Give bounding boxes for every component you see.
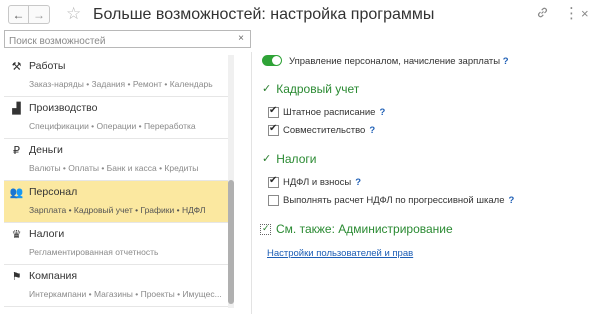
- option-row: Выполнять расчет НДФЛ по прогрессивной ш…: [268, 195, 514, 206]
- help-icon[interactable]: ?: [355, 177, 361, 188]
- option-checkbox[interactable]: [268, 123, 279, 136]
- sections-list: ⚒ Работы Заказ-наряды • Задания • Ремонт •…: [4, 55, 228, 310]
- collapse-chevron-icon[interactable]: ✓: [262, 83, 271, 95]
- collapse-chevron-icon[interactable]: ✓: [262, 153, 271, 165]
- help-icon[interactable]: ?: [369, 125, 375, 136]
- option-row: Совместительство?: [268, 123, 375, 136]
- section-divider: [4, 306, 228, 307]
- arrow-left-icon: ←: [12, 7, 25, 22]
- option-label[interactable]: Совместительство: [283, 125, 365, 136]
- option-checkbox[interactable]: [268, 195, 279, 206]
- section-title[interactable]: Персонал: [29, 186, 77, 198]
- option-label[interactable]: Выполнять расчет НДФЛ по прогрессивной ш…: [283, 195, 504, 206]
- arrow-right-icon: →: [33, 7, 45, 22]
- personnel-toggle-label: Управление персоналом, начисление зарпла…: [289, 56, 509, 67]
- section-title[interactable]: Компания: [29, 270, 77, 282]
- section-subtitle: Валюты • Оплаты • Банк и касса • Кредиты: [29, 163, 199, 173]
- section-title[interactable]: Производство: [29, 102, 97, 114]
- favorite-star-icon[interactable]: ☆: [66, 4, 81, 24]
- pane-divider: [251, 52, 252, 314]
- toggle-label-text: Управление персоналом, начисление зарпла…: [289, 56, 501, 67]
- more-menu-icon[interactable]: ⋮: [564, 6, 579, 22]
- group-title[interactable]: Налоги: [276, 152, 316, 166]
- section-item[interactable]: ⚒ Работы Заказ-наряды • Задания • Ремонт •…: [4, 55, 228, 97]
- group-header[interactable]: ✓ Налоги: [262, 152, 316, 166]
- section-subtitle: Зарплата • Кадровый учет • Графики • НДФ…: [29, 205, 206, 215]
- flag-icon: ⚑: [11, 271, 22, 283]
- option-checkbox[interactable]: [268, 175, 279, 188]
- user-rights-settings-link[interactable]: Настройки пользователей и прав: [267, 248, 413, 259]
- see-also-group[interactable]: См. также: Администрирование: [260, 222, 453, 236]
- see-also-chevron-icon[interactable]: [260, 223, 271, 235]
- section-item[interactable]: ♛ Налоги Регламентированная отчетность: [4, 223, 228, 265]
- eagle-emblem-icon: ♛: [11, 229, 22, 241]
- section-subtitle: Регламентированная отчетность: [29, 247, 159, 257]
- section-title[interactable]: Работы: [29, 60, 65, 72]
- scrollbar-thumb[interactable]: [228, 180, 234, 304]
- help-icon[interactable]: ?: [503, 56, 509, 67]
- section-subtitle: Спецификации • Операции • Переработка: [29, 121, 196, 131]
- ruble-icon: ₽: [13, 145, 20, 157]
- forward-button[interactable]: →: [29, 5, 50, 24]
- group-title[interactable]: Кадровый учет: [276, 82, 359, 96]
- option-label[interactable]: НДФЛ и взносы: [283, 177, 351, 188]
- help-icon[interactable]: ?: [508, 195, 514, 206]
- title-bar: ← → ☆ Больше возможностей: настройка про…: [0, 0, 593, 30]
- option-label[interactable]: Штатное расписание: [283, 107, 375, 118]
- link-icon[interactable]: [536, 6, 549, 22]
- see-also-title[interactable]: См. также: Администрирование: [276, 222, 453, 236]
- option-row: НДФЛ и взносы?: [268, 175, 361, 188]
- close-icon[interactable]: ×: [581, 6, 589, 22]
- section-item[interactable]: ₽ Деньги Валюты • Оплаты • Банк и касса • …: [4, 139, 228, 181]
- page-title: Больше возможностей: настройка программы: [93, 6, 435, 23]
- option-row: Штатное расписание?: [268, 105, 385, 118]
- section-item[interactable]: 👥 Персонал Зарплата • Кадровый учет • Граф…: [4, 181, 228, 223]
- personnel-toggle[interactable]: [262, 55, 282, 66]
- people-icon: 👥: [9, 187, 24, 199]
- wrench-hammer-icon: ⚒: [11, 61, 22, 73]
- section-title[interactable]: Деньги: [29, 144, 63, 156]
- clear-search-icon[interactable]: ×: [238, 33, 244, 44]
- sections-scrollbar[interactable]: [228, 55, 234, 308]
- group-header[interactable]: ✓ Кадровый учет: [262, 82, 359, 96]
- section-item[interactable]: ⚑ Компания Интеркампани • Магазины • Проек…: [4, 265, 228, 307]
- option-checkbox[interactable]: [268, 105, 279, 118]
- section-subtitle: Интеркампани • Магазины • Проекты • Имущ…: [29, 289, 222, 299]
- search-box: ×: [4, 30, 251, 50]
- search-input[interactable]: [5, 33, 231, 50]
- back-button[interactable]: ←: [8, 5, 29, 24]
- help-icon[interactable]: ?: [379, 107, 385, 118]
- factory-icon: ▟: [12, 103, 21, 115]
- section-item[interactable]: ▟ Производство Спецификации • Операции • П…: [4, 97, 228, 139]
- section-subtitle: Заказ-наряды • Задания • Ремонт • Календ…: [29, 79, 213, 89]
- section-title[interactable]: Налоги: [29, 228, 64, 240]
